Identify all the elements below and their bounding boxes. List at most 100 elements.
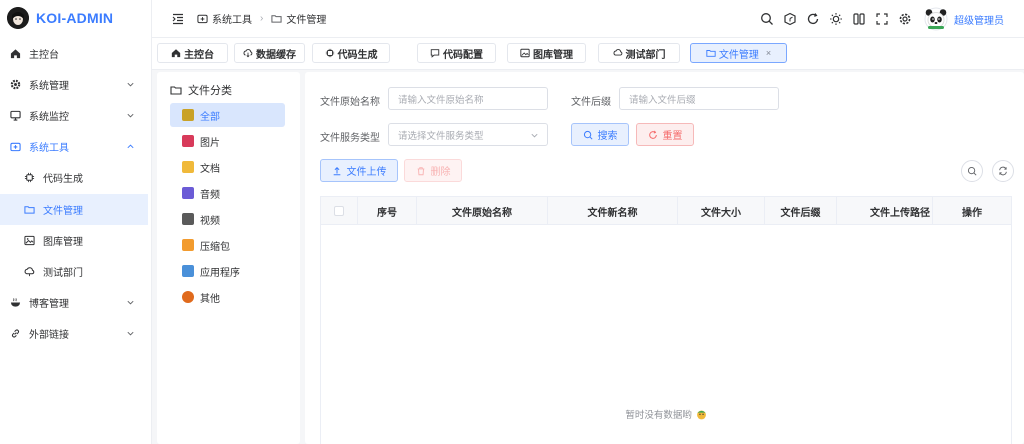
category-label: 应用程序 — [200, 267, 240, 279]
category-application[interactable]: 应用程序 — [170, 259, 285, 283]
tab-label: 代码生成 — [337, 49, 378, 61]
column-header: 文件新名称 — [548, 197, 678, 225]
settings-icon[interactable] — [893, 8, 916, 31]
chevron-down-icon — [127, 300, 134, 305]
suffix-input[interactable]: 请输入文件后缀 — [619, 87, 779, 110]
category-document[interactable]: 文档 — [170, 155, 285, 179]
sidebar-item-label: 系统工具 — [29, 143, 69, 154]
tab-label: 主控台 — [184, 49, 214, 61]
logo[interactable]: KOI-ADMIN — [0, 0, 151, 36]
folder-icon — [271, 15, 282, 23]
service-type-select[interactable]: 请选择文件服务类型 — [388, 123, 548, 146]
tab-gallery[interactable]: 图库管理 — [507, 43, 586, 63]
folder-icon — [706, 50, 716, 57]
sidebar-item-label: 图库管理 — [43, 237, 83, 248]
close-icon[interactable]: × — [766, 48, 771, 58]
column-header: 文件上传路径 — [837, 197, 933, 225]
category-all-icon — [182, 109, 194, 121]
bowl-icon — [8, 297, 22, 308]
header-toolbar: 超级管理员 — [755, 0, 1024, 38]
toolbox-icon — [197, 14, 208, 24]
tab-data-cache[interactable]: 数据缓存 — [234, 43, 305, 63]
tab-label: 代码配置 — [443, 49, 483, 61]
category-label: 全部 — [200, 111, 220, 123]
folder-icon — [182, 161, 194, 173]
username[interactable]: 超级管理员 — [954, 12, 1004, 27]
sidebar-item-test-department[interactable]: 测试部门 — [0, 256, 152, 287]
music-icon — [182, 187, 194, 199]
original-name-input[interactable]: 请输入文件原始名称 — [388, 87, 548, 110]
service-type-placeholder: 请选择文件服务类型 — [398, 130, 484, 142]
sidebar-item-code-generate[interactable]: 代码生成 — [0, 162, 152, 193]
column-header: 文件后缀 — [765, 197, 837, 225]
service-type-label: 文件服务类型 — [320, 133, 380, 144]
sidebar-item-system-management[interactable]: 系统管理 — [0, 69, 152, 100]
sidebar-item-label: 测试部门 — [43, 268, 83, 279]
search-toggle-button[interactable] — [961, 160, 983, 182]
cloud-icon — [613, 49, 622, 56]
cloud-download-icon — [243, 49, 253, 58]
reset-button[interactable]: 重置 — [636, 123, 694, 146]
refresh-table-button[interactable] — [992, 160, 1014, 182]
folder-icon — [170, 86, 182, 95]
category-audio[interactable]: 音频 — [170, 181, 285, 205]
sidebar-item-label: 主控台 — [29, 50, 59, 61]
cube-icon[interactable] — [778, 8, 801, 31]
tab-code-config[interactable]: 代码配置 — [417, 43, 496, 63]
sidebar-item-label: 系统管理 — [29, 81, 69, 92]
image-icon — [182, 135, 194, 147]
fullscreen-icon[interactable] — [870, 8, 893, 31]
search-icon[interactable] — [755, 8, 778, 31]
cpu-icon — [325, 48, 334, 58]
original-name-label: 文件原始名称 — [320, 97, 380, 108]
category-title: 文件分类 — [170, 82, 232, 98]
chevron-down-icon — [127, 82, 134, 87]
sidebar-item-blog-management[interactable]: 博客管理 — [0, 287, 152, 318]
chat-icon — [430, 49, 440, 58]
chevron-down-icon — [127, 331, 134, 336]
sidebar-item-dashboard[interactable]: 主控台 — [0, 38, 152, 69]
picture-icon — [22, 235, 36, 246]
empty-state: 暂时没有数据哟 — [321, 407, 1011, 421]
tab-code-generate[interactable]: 代码生成 — [312, 43, 390, 63]
category-archive[interactable]: 压缩包 — [170, 233, 285, 257]
archive-icon — [182, 239, 194, 251]
empty-text: 暂时没有数据哟 — [625, 410, 692, 421]
upload-button[interactable]: 文件上传 — [320, 159, 398, 182]
delete-button[interactable]: 删除 — [404, 159, 462, 182]
sun-icon[interactable] — [824, 8, 847, 31]
sidebar-item-system-monitor[interactable]: 系统监控 — [0, 100, 152, 131]
category-label: 图片 — [200, 137, 220, 149]
refresh-icon[interactable] — [801, 8, 824, 31]
select-all-checkbox[interactable] — [334, 206, 344, 216]
tab-label: 数据缓存 — [256, 49, 296, 61]
tab-file-management[interactable]: 文件管理 × — [690, 43, 787, 63]
category-image[interactable]: 图片 — [170, 129, 285, 153]
gear-icon — [8, 79, 22, 90]
sidebar-item-label: 代码生成 — [43, 174, 83, 185]
category-video[interactable]: 视频 — [170, 207, 285, 231]
logo-text: KOI-ADMIN — [36, 10, 114, 26]
logo-avatar-icon — [7, 7, 29, 29]
category-label: 视频 — [200, 215, 220, 227]
category-all[interactable]: 全部 — [170, 103, 285, 127]
user-avatar[interactable] — [924, 7, 948, 31]
trash-icon — [417, 166, 424, 175]
sidebar-item-gallery[interactable]: 图库管理 — [0, 225, 152, 256]
tab-test-department[interactable]: 测试部门 — [598, 43, 680, 63]
tab-dashboard[interactable]: 主控台 — [157, 43, 228, 63]
layout-icon[interactable] — [847, 8, 870, 31]
home-icon — [8, 48, 22, 59]
tabs-bar: 主控台 数据缓存 代码生成 代码配置 图库管理 测试部门 文件管理 × — [152, 38, 1024, 70]
sidebar-item-file-management[interactable]: 文件管理 — [0, 194, 148, 225]
category-other[interactable]: 其他 — [170, 285, 285, 309]
upload-button-label: 文件上传 — [346, 167, 387, 178]
select-all-cell — [321, 197, 358, 225]
collapse-menu-icon[interactable] — [171, 12, 185, 26]
file-table: 序号 文件原始名称 文件新名称 文件大小 文件后缀 文件上传路径 操作 暂时没有… — [320, 196, 1012, 444]
sidebar-item-external-links[interactable]: 外部链接 — [0, 318, 152, 349]
sidebar-item-system-tools[interactable]: 系统工具 — [0, 131, 152, 162]
delete-button-label: 删除 — [430, 167, 451, 178]
breadcrumb-item-system-tools[interactable]: 系统工具 — [212, 11, 252, 26]
search-button[interactable]: 搜索 — [571, 123, 629, 146]
